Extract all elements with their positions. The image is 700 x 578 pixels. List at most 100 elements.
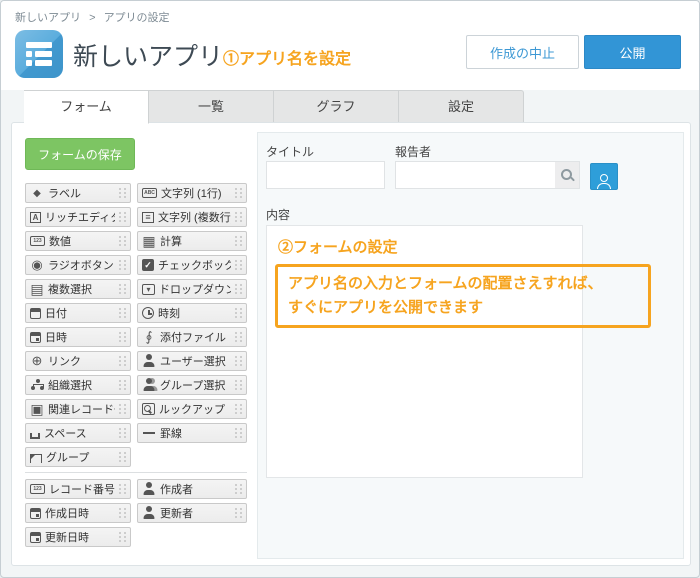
link-icon	[30, 354, 44, 368]
palette-divider	[25, 472, 247, 473]
palette-item[interactable]: 組織選択	[25, 375, 131, 395]
drag-handle-icon[interactable]	[235, 284, 243, 295]
drag-handle-icon[interactable]	[235, 236, 243, 247]
drag-handle-icon[interactable]	[235, 484, 243, 495]
drag-handle-icon[interactable]	[119, 308, 127, 319]
annotation-note-line2: すぐにアプリを公開できます	[288, 299, 483, 316]
palette-item[interactable]: 文字列 (1行)	[137, 183, 247, 203]
palette-item[interactable]: 更新日時	[25, 527, 131, 547]
palette-item-label: 文字列 (1行)	[161, 185, 231, 201]
breadcrumb-item-app[interactable]: 新しいアプリ	[15, 12, 81, 24]
drag-handle-icon[interactable]	[119, 452, 127, 463]
checkbox-icon	[142, 259, 154, 271]
palette-item[interactable]: ドロップダウン	[137, 279, 247, 299]
reporter-search-button[interactable]	[555, 162, 579, 188]
drag-handle-icon[interactable]	[235, 508, 243, 519]
palette-item-label: 添付ファイル	[160, 329, 231, 345]
drag-handle-icon[interactable]	[235, 260, 243, 271]
drag-handle-icon[interactable]	[119, 212, 127, 223]
drag-handle-icon[interactable]	[119, 404, 127, 415]
palette-item[interactable]: 時刻	[137, 303, 247, 323]
annotation-step1: ①アプリ名を設定	[223, 45, 351, 69]
palette-item[interactable]: 作成日時	[25, 503, 131, 523]
drag-handle-icon[interactable]	[235, 428, 243, 439]
palette-item[interactable]: ラベル	[25, 183, 131, 203]
page-title: 新しいアプリ	[73, 37, 223, 73]
drag-handle-icon[interactable]	[119, 508, 127, 519]
drag-handle-icon[interactable]	[235, 404, 243, 415]
save-form-button[interactable]: フォームの保存	[25, 138, 135, 170]
palette-item-label: 文字列 (複数行)	[158, 209, 231, 225]
palette-item[interactable]: 数値	[25, 231, 131, 251]
annotation-note: アプリ名の入力とフォームの配置さえすれば、 すぐにアプリを公開できます	[275, 264, 651, 328]
drag-handle-icon[interactable]	[235, 356, 243, 367]
attachment-icon	[142, 330, 156, 344]
drag-handle-icon[interactable]	[235, 188, 243, 199]
multiselect-icon	[30, 282, 44, 296]
form-preview-area: タイトル 報告者 内容 ②フォームの設定 アプリ名の入力とフォームの配置さえすれ…	[257, 132, 684, 559]
palette-item[interactable]: ユーザー選択	[137, 351, 247, 371]
publish-button[interactable]: 公開	[584, 35, 681, 69]
content-field-textarea[interactable]	[266, 225, 583, 478]
drag-handle-icon[interactable]	[119, 284, 127, 295]
app-list-icon[interactable]	[15, 30, 63, 78]
drag-handle-icon[interactable]	[119, 332, 127, 343]
search-icon	[560, 168, 574, 182]
user-select-icon	[142, 354, 156, 368]
user-picker-icon	[596, 174, 613, 189]
user-picker-button[interactable]	[590, 163, 618, 190]
richtext-icon	[30, 212, 41, 223]
palette-item-label: ユーザー選択	[160, 353, 231, 369]
palette-item[interactable]: 文字列 (複数行)	[137, 207, 247, 227]
drag-handle-icon[interactable]	[119, 260, 127, 271]
drag-handle-icon[interactable]	[119, 532, 127, 543]
palette-item[interactable]: リッチエディター	[25, 207, 131, 227]
palette-item[interactable]: 日付	[25, 303, 131, 323]
palette-item[interactable]: レコード番号	[25, 479, 131, 499]
palette-item[interactable]: グループ	[25, 447, 131, 467]
updated-time-icon	[30, 532, 41, 543]
cancel-creation-button[interactable]: 作成の中止	[466, 35, 579, 69]
tab-graph[interactable]: グラフ	[274, 90, 399, 123]
palette-item[interactable]: 更新者	[137, 503, 247, 523]
tab-bar: フォーム 一覧 グラフ 設定	[1, 90, 700, 123]
drag-handle-icon[interactable]	[235, 332, 243, 343]
breadcrumb-item-settings[interactable]: アプリの設定	[104, 12, 170, 24]
tab-settings[interactable]: 設定	[399, 90, 524, 123]
palette-item[interactable]: 複数選択	[25, 279, 131, 299]
palette-item[interactable]: チェックボックス	[137, 255, 247, 275]
palette-item[interactable]: 関連レコード一覧	[25, 399, 131, 419]
palette-item[interactable]: 計算	[137, 231, 247, 251]
system-field-palette: レコード番号 作成者 作成日時 更新者	[25, 479, 247, 547]
palette-item-label: ラベル	[48, 185, 115, 201]
palette-item[interactable]: ルックアップ	[137, 399, 247, 419]
abc-icon	[142, 188, 157, 198]
palette-item[interactable]: 日時	[25, 327, 131, 347]
drag-handle-icon[interactable]	[235, 380, 243, 391]
drag-handle-icon[interactable]	[119, 428, 127, 439]
palette-item[interactable]: リンク	[25, 351, 131, 371]
palette-item-label: 更新者	[160, 505, 231, 521]
drag-handle-icon[interactable]	[119, 484, 127, 495]
palette-item[interactable]: ラジオボタン	[25, 255, 131, 275]
palette-item[interactable]: 罫線	[137, 423, 247, 443]
palette-item[interactable]: グループ選択	[137, 375, 247, 395]
tab-list[interactable]: 一覧	[149, 90, 274, 123]
breadcrumb: 新しいアプリ > アプリの設定	[15, 9, 170, 25]
palette-item[interactable]: スペース	[25, 423, 131, 443]
drag-handle-icon[interactable]	[119, 236, 127, 247]
drag-handle-icon[interactable]	[119, 188, 127, 199]
date-icon	[30, 308, 41, 319]
title-field-input[interactable]	[266, 161, 385, 189]
drag-handle-icon[interactable]	[119, 356, 127, 367]
drag-handle-icon[interactable]	[235, 308, 243, 319]
palette-item-label: リッチエディター	[45, 209, 115, 225]
reporter-field-input[interactable]	[396, 162, 555, 188]
tab-label: フォーム	[60, 99, 112, 114]
palette-item[interactable]: 作成者	[137, 479, 247, 499]
drag-handle-icon[interactable]	[119, 380, 127, 391]
tab-form[interactable]: フォーム	[24, 90, 149, 124]
palette-item[interactable]: 添付ファイル	[137, 327, 247, 347]
palette-item-label: 作成者	[160, 481, 231, 497]
drag-handle-icon[interactable]	[235, 212, 243, 223]
